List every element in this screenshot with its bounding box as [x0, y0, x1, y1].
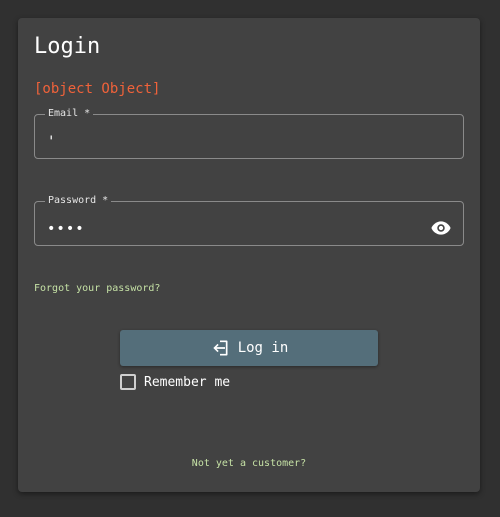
login-button[interactable]: Log in — [120, 330, 378, 366]
email-field[interactable]: Email * ' — [34, 109, 464, 159]
checkbox-icon[interactable] — [120, 374, 136, 390]
remember-me-label: Remember me — [144, 374, 231, 390]
login-icon — [213, 340, 228, 356]
eye-icon[interactable] — [431, 220, 451, 236]
email-label: Email * — [48, 108, 91, 119]
login-card: Login [object Object] Email * ' Password… — [18, 18, 480, 492]
signup-link[interactable]: Not yet a customer? — [18, 458, 480, 469]
forgot-password-link[interactable]: Forgot your password? — [34, 283, 160, 294]
password-field[interactable]: Password * •••• — [34, 196, 464, 246]
login-button-label: Log in — [237, 340, 289, 356]
email-input[interactable]: ' — [47, 134, 56, 150]
password-input[interactable]: •••• — [47, 221, 85, 237]
password-label: Password * — [48, 195, 109, 206]
remember-me-checkbox[interactable]: Remember me — [120, 374, 230, 390]
error-message: [object Object] — [34, 81, 161, 97]
page-title: Login — [34, 34, 101, 59]
